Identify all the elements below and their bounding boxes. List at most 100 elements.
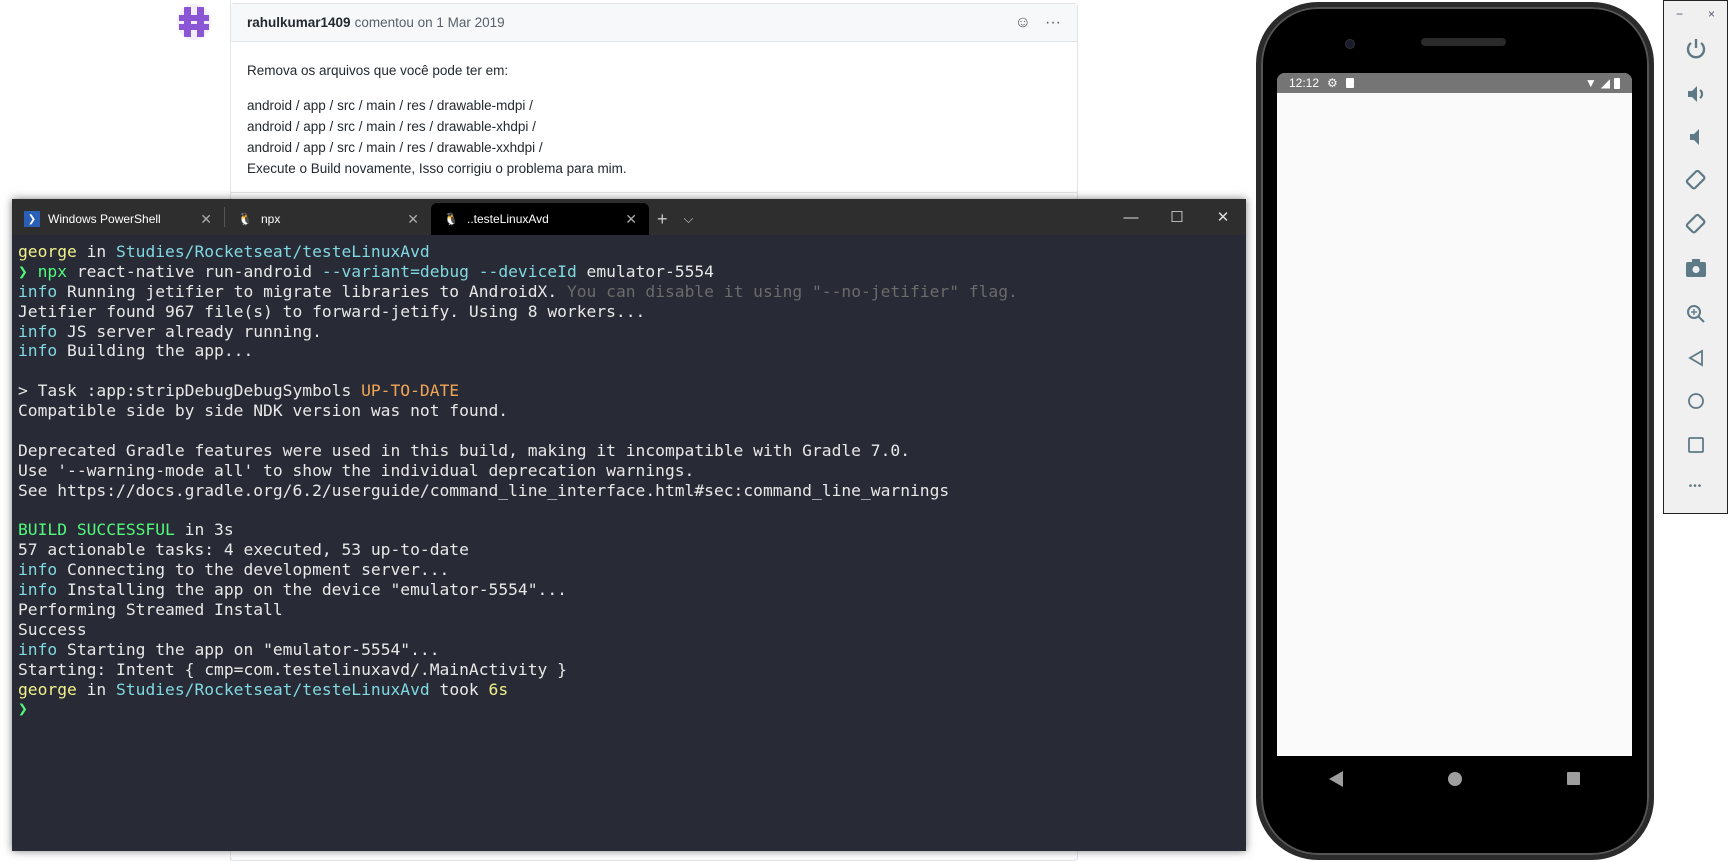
close-tab-icon[interactable]: ✕: [625, 211, 637, 228]
terminal-text: Studies/Rocketseat/testeLinuxAvd: [116, 679, 430, 699]
home-icon[interactable]: [1664, 391, 1727, 411]
comment-intro: Remova os arquivos que você pode ter em:: [247, 63, 509, 78]
rotate-left-icon[interactable]: [1664, 168, 1727, 192]
tab-label: Windows PowerShell: [48, 212, 161, 226]
terminal-text: Starting the app on "emulator-5554"...: [57, 639, 440, 659]
terminal-line: george in Studies/Rocketseat/testeLinuxA…: [18, 242, 1240, 262]
recents-icon[interactable]: [1566, 772, 1580, 785]
terminal-text: Success: [18, 619, 87, 639]
terminal-line: info Connecting to the development serve…: [18, 560, 1240, 580]
tab-npx[interactable]: 🐧 npx ✕: [225, 203, 431, 235]
terminal-text: Building the app...: [57, 341, 254, 361]
terminal-line: george in Studies/Rocketseat/testeLinuxA…: [18, 680, 1240, 700]
front-camera-icon: [1345, 39, 1355, 49]
terminal-text: info: [18, 281, 58, 301]
terminal-text: Deprecated Gradle features were used in …: [18, 440, 910, 460]
terminal-text: BUILD SUCCESSFUL: [18, 520, 175, 540]
close-tab-icon[interactable]: ✕: [200, 211, 212, 228]
tab-label: ..testeLinuxAvd: [467, 212, 549, 226]
terminal-output[interactable]: george in Studies/Rocketseat/testeLinuxA…: [12, 235, 1246, 726]
volume-up-icon[interactable]: [1664, 83, 1727, 105]
terminal-line: info Installing the app on the device "e…: [18, 580, 1240, 600]
terminal-text: npx: [37, 261, 68, 281]
tab-powershell[interactable]: ❯ Windows PowerShell ✕: [12, 203, 224, 235]
terminal-line: Use '--warning-mode all' to show the ind…: [18, 461, 1240, 481]
terminal-line: Jetifier found 967 file(s) to forward-je…: [18, 302, 1240, 322]
back-icon[interactable]: [1664, 348, 1727, 368]
terminal-text: ❯: [18, 699, 28, 719]
terminal-text: ❯: [18, 261, 38, 281]
rotate-right-icon[interactable]: [1664, 212, 1727, 236]
volume-down-icon[interactable]: [1664, 126, 1727, 148]
terminal-text: in: [76, 679, 117, 699]
terminal-text: Connecting to the development server...: [57, 560, 450, 580]
zoom-icon[interactable]: [1664, 303, 1727, 325]
terminal-text: took: [429, 679, 489, 699]
terminal-text: JS server already running.: [57, 321, 322, 341]
terminal-line: Performing Streamed Install: [18, 600, 1240, 620]
emoji-reaction-icon[interactable]: ☺: [1015, 14, 1031, 32]
comment-author[interactable]: rahulkumar1409: [247, 15, 351, 30]
terminal-text: info: [18, 580, 58, 600]
terminal-text: in: [76, 242, 117, 261]
settings-gear-icon: ⚙: [1327, 76, 1338, 90]
path-line: android / app / src / main / res / drawa…: [247, 98, 533, 113]
more-icon[interactable]: •••: [1664, 481, 1727, 492]
sd-card-icon: [1345, 78, 1354, 88]
terminal-line: BUILD SUCCESSFUL in 3s: [18, 520, 1240, 540]
terminal-text: info: [18, 560, 58, 580]
phone-screen[interactable]: 12:12 ⚙ ▼ ◢: [1277, 73, 1632, 756]
terminal-text: 57 actionable tasks: 4 executed, 53 up-t…: [18, 540, 469, 560]
terminal-text: You can disable it using "--no-jetifier"…: [566, 281, 1018, 301]
home-icon[interactable]: [1447, 771, 1462, 786]
terminal-text: UP-TO-DATE: [361, 381, 460, 401]
terminal-text: Compatible side by side NDK version was …: [18, 401, 509, 421]
status-bar: 12:12 ⚙ ▼ ◢: [1277, 73, 1632, 93]
overview-icon[interactable]: [1664, 435, 1727, 455]
tab-dropdown-button[interactable]: ⌵: [676, 203, 702, 235]
terminal-line: > Task :app:stripDebugDebugSymbols UP-TO…: [18, 381, 1240, 401]
minimize-button[interactable]: —: [1108, 199, 1154, 235]
power-icon[interactable]: [1664, 37, 1727, 59]
terminal-line: 57 actionable tasks: 4 executed, 53 up-t…: [18, 540, 1240, 560]
maximize-button[interactable]: ☐: [1154, 199, 1200, 235]
status-time: 12:12: [1289, 76, 1320, 90]
terminal-text: Starting: Intent { cmp=com.testelinuxavd…: [18, 659, 567, 679]
terminal-line: Compatible side by side NDK version was …: [18, 401, 1240, 421]
android-emulator-phone: 12:12 ⚙ ▼ ◢: [1256, 2, 1654, 860]
terminal-line: See https://docs.gradle.org/6.2/userguid…: [18, 481, 1240, 501]
more-options-icon[interactable]: ···: [1045, 14, 1061, 32]
close-emulator-button[interactable]: ×: [1708, 7, 1715, 21]
comment-outro: Execute o Build novamente, Isso corrigiu…: [247, 161, 627, 176]
wifi-icon: ▼: [1584, 76, 1597, 90]
linux-penguin-icon: 🐧: [443, 212, 459, 226]
terminal-text: react-native run-android: [67, 261, 322, 281]
back-icon[interactable]: [1329, 770, 1344, 787]
battery-icon: [1614, 77, 1620, 89]
terminal-line: info Starting the app on "emulator-5554"…: [18, 640, 1240, 660]
terminal-text: george: [18, 242, 77, 261]
speaker-grille: [1421, 38, 1506, 46]
path-line: android / app / src / main / res / drawa…: [247, 140, 543, 155]
close-tab-icon[interactable]: ✕: [407, 211, 419, 228]
terminal-text: See https://docs.gradle.org/6.2/userguid…: [18, 480, 950, 500]
navigation-bar: [1277, 756, 1632, 801]
terminal-line: info JS server already running.: [18, 322, 1240, 342]
terminal-window: ❯ Windows PowerShell ✕ 🐧 npx ✕ 🐧 ..teste…: [12, 199, 1246, 851]
camera-icon[interactable]: [1664, 258, 1727, 278]
minimize-emulator-button[interactable]: −: [1676, 7, 1683, 21]
comment-meta: comentou on 1 Mar 2019: [354, 15, 505, 30]
tab-testelinuxavd[interactable]: 🐧 ..testeLinuxAvd ✕: [431, 203, 649, 235]
terminal-text: info: [18, 341, 58, 361]
terminal-text: Use '--warning-mode all' to show the ind…: [18, 460, 695, 480]
avatar[interactable]: [177, 4, 211, 40]
terminal-line: Deprecated Gradle features were used in …: [18, 441, 1240, 461]
new-tab-button[interactable]: +: [649, 203, 676, 235]
terminal-line: ❯: [18, 699, 1240, 719]
terminal-text: Studies/Rocketseat/testeLinuxAvd: [116, 242, 430, 261]
close-window-button[interactable]: ✕: [1200, 199, 1246, 235]
terminal-text: Performing Streamed Install: [18, 600, 283, 620]
comment-body: Remova os arquivos que você pode ter em:…: [231, 42, 1077, 197]
